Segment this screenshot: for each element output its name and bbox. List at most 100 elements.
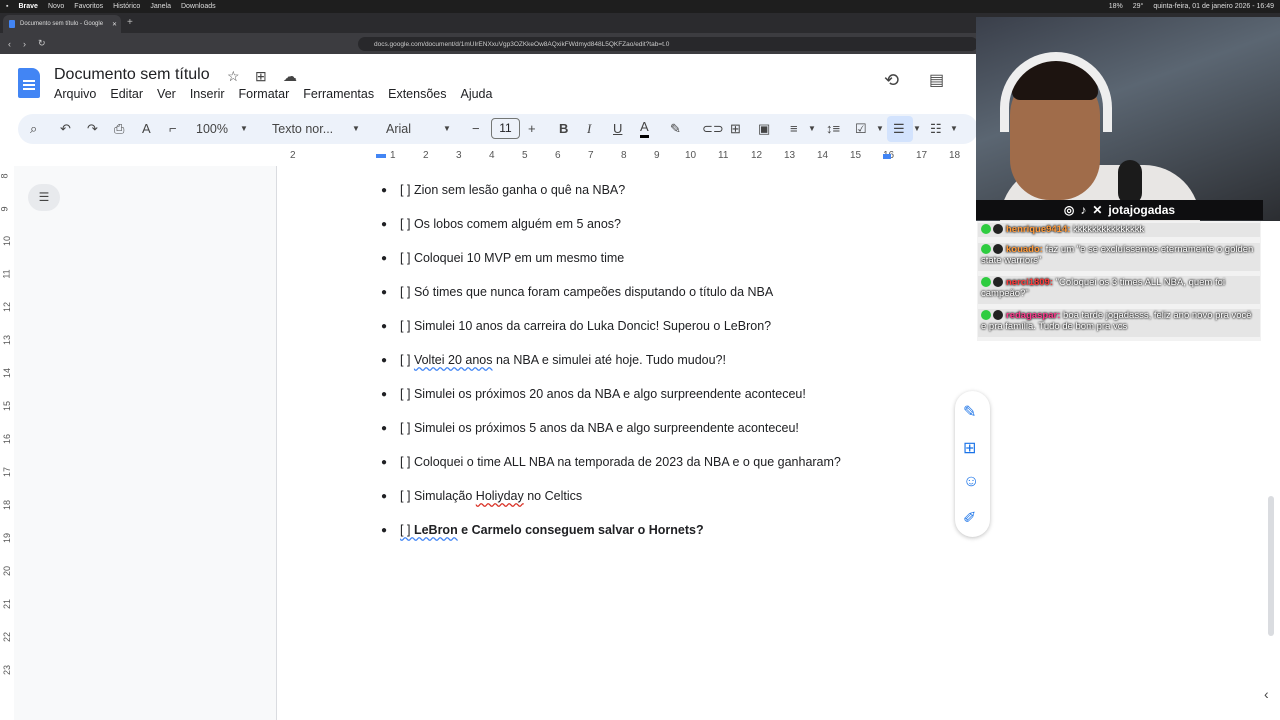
line-spacing-icon[interactable]: ↕≡ (826, 119, 840, 139)
emoji-reaction-icon[interactable]: ☺ (963, 473, 979, 491)
tab-close-icon[interactable]: ✕ (112, 21, 117, 28)
menubar-item-favoritos[interactable]: Favoritos (74, 3, 103, 10)
suggest-edit-icon[interactable]: ✐ (963, 508, 976, 528)
move-folder-icon[interactable]: ⊞ (255, 68, 267, 85)
document-outline-icon[interactable]: ☰ (28, 184, 60, 211)
paint-format-icon[interactable]: ⌐ (169, 119, 177, 139)
print-icon[interactable]: ⎙ (114, 119, 124, 139)
forward-icon[interactable]: › (23, 39, 26, 49)
align-left-icon[interactable]: ≡ (790, 119, 798, 139)
menu-arquivo[interactable]: Arquivo (54, 87, 96, 101)
bullet-chevron-down-icon[interactable]: ▼ (913, 119, 921, 139)
bold-icon[interactable]: B (559, 119, 568, 139)
checkbox-prefix: [ ] (400, 183, 414, 197)
list-item[interactable]: ● [ ] Os lobos comem alguém em 5 anos? (381, 217, 621, 232)
menu-ver[interactable]: Ver (157, 87, 176, 101)
list-item[interactable]: ● [ ] Coloquei o time ALL NBA na temporad… (381, 455, 841, 470)
font-chevron-down-icon[interactable]: ▼ (443, 119, 451, 139)
spell-flagged-text[interactable]: LeBron (414, 523, 458, 537)
add-comment-side-icon[interactable]: ⊞ (963, 438, 976, 458)
new-tab-icon[interactable]: + (127, 17, 133, 28)
checklist-chevron-down-icon[interactable]: ▼ (876, 119, 884, 139)
menubar-app-name[interactable]: Brave (18, 3, 37, 10)
highlight-icon[interactable]: ✎ (670, 119, 681, 139)
underline-icon[interactable]: U (613, 119, 622, 139)
reload-icon[interactable]: ↻ (38, 38, 46, 49)
list-item[interactable]: ● [ ] Simulei 10 anos da carreira do Luka… (381, 319, 771, 334)
menu-ajuda[interactable]: Ajuda (460, 87, 492, 101)
bullet-icon: ● (381, 355, 388, 366)
back-icon[interactable]: ‹ (8, 39, 11, 49)
insert-image-icon[interactable]: ▣ (758, 119, 770, 139)
zoom-chevron-down-icon[interactable]: ▼ (240, 119, 248, 139)
menu-formatar[interactable]: Formatar (239, 87, 290, 101)
list-item[interactable]: ● [ ] Só times que nunca foram campeões d… (381, 285, 773, 300)
spell-flagged-text[interactable]: Voltei 20 anos (414, 353, 493, 367)
ruler-tick: 18 (949, 150, 961, 161)
bullet-icon: ● (381, 491, 388, 502)
style-chevron-down-icon[interactable]: ▼ (352, 119, 360, 139)
cloud-status-icon[interactable]: ☁ (283, 68, 297, 85)
chat-message: redagaspar: boa tarde jogadasss, feliz a… (978, 309, 1260, 337)
menu-inserir[interactable]: Inserir (190, 87, 225, 101)
font-select[interactable]: Arial (386, 119, 411, 139)
vruler-tick: 20 (2, 565, 13, 577)
zoom-select[interactable]: 100% (196, 119, 228, 139)
browser-tab[interactable]: Documento sem título - Google ✕ (3, 15, 121, 33)
search-menus-icon[interactable]: ⌕ (30, 119, 37, 139)
version-history-icon[interactable]: ⟲ (884, 70, 899, 91)
numbered-list-icon[interactable]: ☷ (930, 119, 942, 139)
comments-icon[interactable]: ▤ (929, 70, 944, 90)
vruler-tick: 18 (2, 499, 13, 511)
channel-banner: ◎ ♪ ✕ jotajogadas (976, 200, 1263, 220)
checkbox-prefix: [ ] (400, 421, 414, 435)
list-item[interactable]: ● [ ] Coloquei 10 MVP em um mesmo time (381, 251, 624, 266)
style-value: Texto nor... (272, 122, 334, 136)
spellcheck-icon[interactable]: A (142, 119, 151, 139)
list-item[interactable]: ● [ ] Simulação Holiyday no Celtics (381, 489, 582, 504)
menubar-item-downloads[interactable]: Downloads (181, 3, 216, 10)
bulleted-list-icon[interactable]: ☰ (893, 119, 905, 139)
item-text: Simulei 10 anos da carreira do Luka Donc… (413, 319, 772, 333)
menubar-item-novo[interactable]: Novo (48, 3, 64, 10)
italic-icon[interactable]: I (587, 119, 591, 139)
decrease-font-icon[interactable]: − (472, 119, 480, 139)
checklist-icon[interactable]: ☑ (855, 119, 867, 139)
url-field[interactable]: docs.google.com/document/d/1mUIrENXxuVgp… (358, 37, 978, 51)
chat-username: henrique9414: (1006, 224, 1071, 235)
page-scrollbar[interactable] (1268, 496, 1274, 636)
menu-extensoes[interactable]: Extensões (388, 87, 446, 101)
align-chevron-down-icon[interactable]: ▼ (808, 119, 816, 139)
style-select[interactable]: Texto nor... (272, 119, 333, 139)
link-icon[interactable]: ⊂⊃ (702, 119, 724, 139)
undo-icon[interactable]: ↶ (60, 119, 71, 139)
menubar-item-historico[interactable]: Histórico (113, 3, 140, 10)
chat-message: nerci1809: "Coloquei os 3 times ALL NBA,… (978, 276, 1260, 304)
right-indent-marker[interactable] (883, 154, 891, 159)
numbered-chevron-down-icon[interactable]: ▼ (950, 119, 958, 139)
list-item[interactable]: ● [ ] Zion sem lesão ganha o quê na NBA? (381, 183, 625, 198)
docs-logo-icon[interactable] (18, 68, 40, 98)
chevron-left-icon[interactable]: ‹ (1264, 686, 1269, 702)
text-color-icon[interactable]: A (640, 119, 649, 138)
checkbox-prefix: [ ] (400, 217, 414, 231)
vruler-tick: 8 (0, 173, 10, 179)
spell-flagged-text[interactable]: Holiyday (476, 489, 524, 503)
font-size-input[interactable]: 11 (491, 118, 520, 139)
star-icon[interactable]: ☆ (227, 68, 240, 85)
document-page[interactable] (276, 166, 971, 720)
menubar-item-janela[interactable]: Janela (150, 3, 171, 10)
apple-icon[interactable]: ▪ (6, 3, 8, 10)
list-item[interactable]: ● [ ] LeBron e Carmelo conseguem salvar o… (381, 523, 704, 538)
increase-font-icon[interactable]: + (528, 119, 536, 139)
menu-ferramentas[interactable]: Ferramentas (303, 87, 374, 101)
left-indent-marker[interactable] (376, 154, 386, 158)
redo-icon[interactable]: ↷ (87, 119, 98, 139)
list-item[interactable]: ● [ ] Simulei os próximos 5 anos da NBA e… (381, 421, 799, 436)
document-title[interactable]: Documento sem título (54, 66, 210, 84)
list-item[interactable]: ● [ ] Voltei 20 anos na NBA e simulei até… (381, 353, 726, 368)
menu-editar[interactable]: Editar (110, 87, 143, 101)
list-item[interactable]: ● [ ] Simulei os próximos 20 anos da NBA … (381, 387, 806, 402)
smart-edit-icon[interactable]: ✎ (963, 402, 976, 422)
add-comment-icon[interactable]: ⊞ (730, 119, 741, 139)
